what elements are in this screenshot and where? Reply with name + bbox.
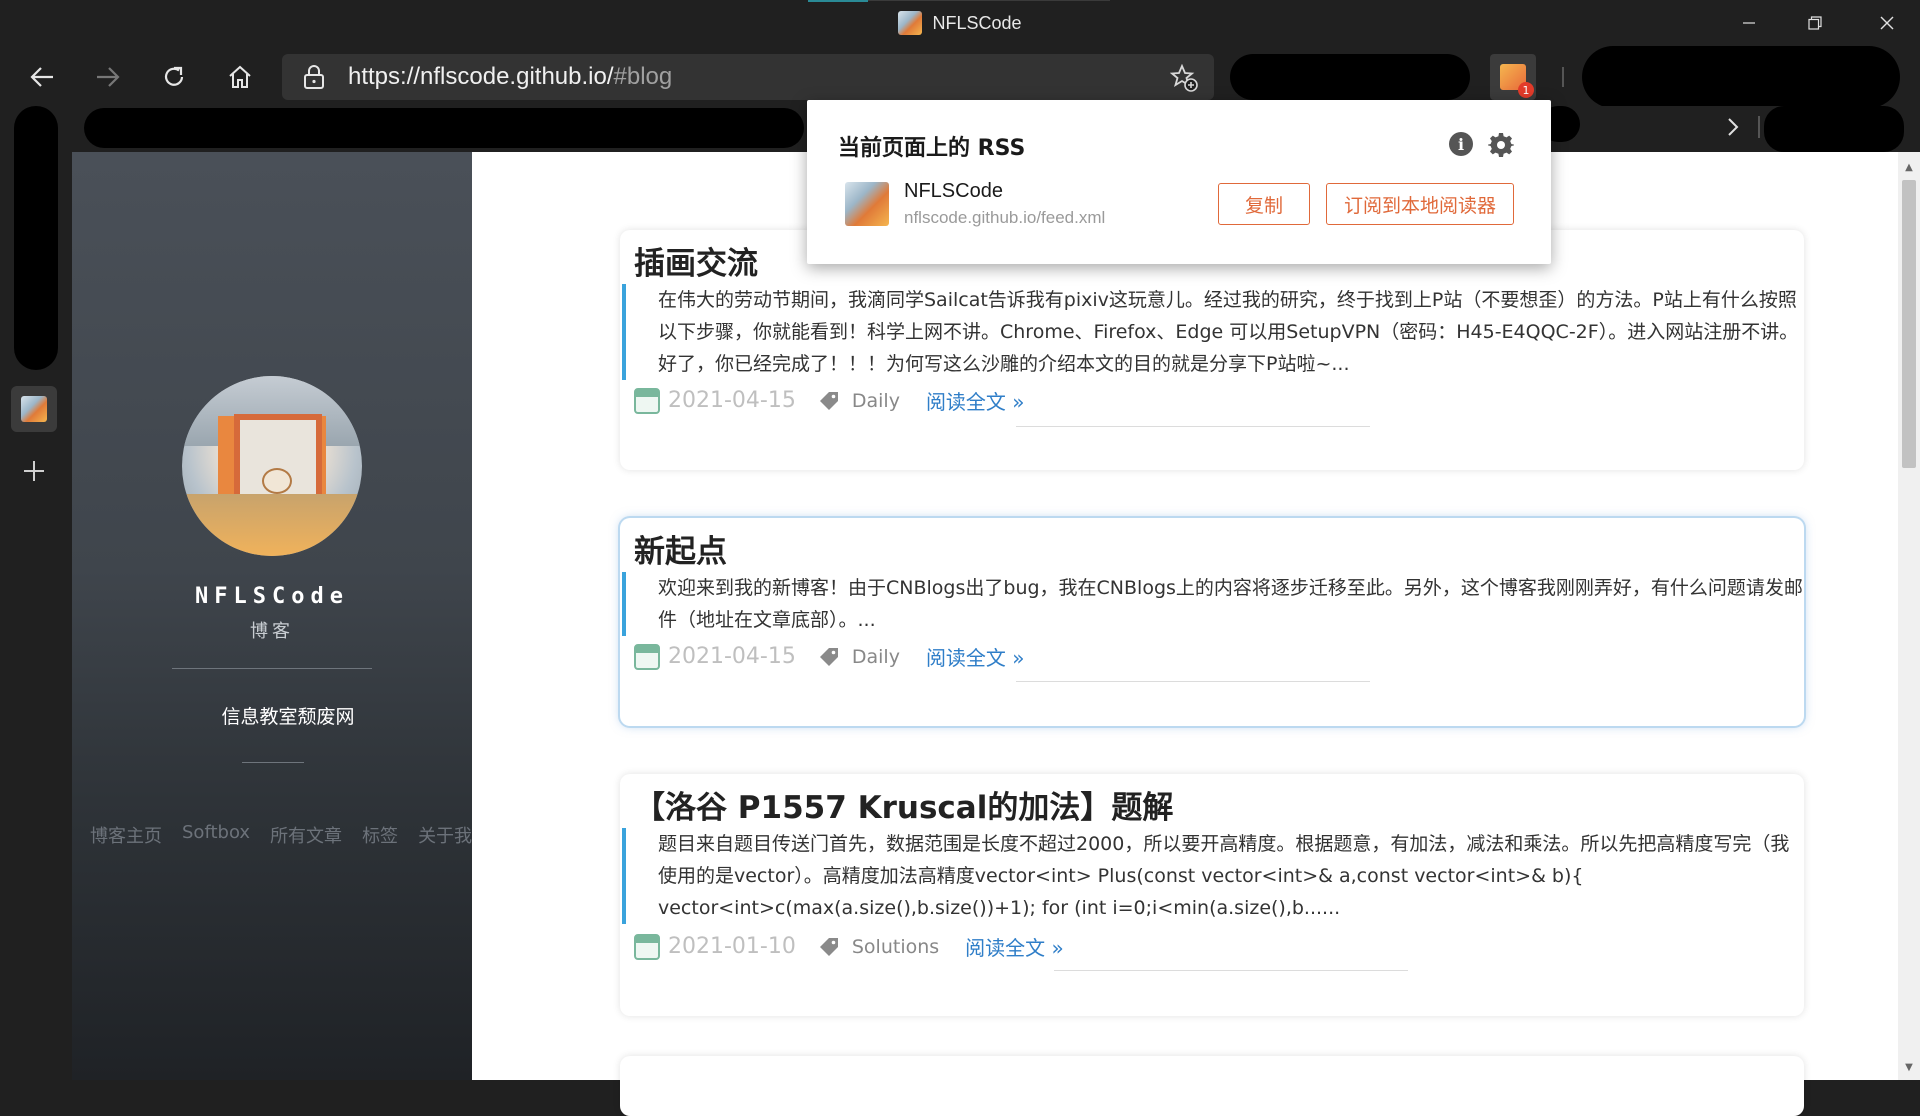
redacted-region xyxy=(1764,106,1904,152)
read-more-link[interactable]: 阅读全文 » xyxy=(965,932,1064,961)
favbar-divider xyxy=(1758,116,1760,138)
read-more-link[interactable]: 阅读全文 » xyxy=(926,642,1025,671)
restore-button[interactable] xyxy=(1782,0,1848,46)
post-meta: 2021-04-15 Daily 阅读全文 » xyxy=(634,386,1025,415)
post-meta: 2021-04-15 Daily 阅读全文 » xyxy=(634,642,1025,671)
close-button[interactable] xyxy=(1854,0,1920,46)
home-icon xyxy=(229,65,251,88)
tag-icon xyxy=(819,937,838,956)
post-date: 2021-04-15 xyxy=(668,388,796,413)
active-tab[interactable] xyxy=(11,386,57,432)
gear-icon[interactable] xyxy=(1488,132,1514,158)
nav-item-tags[interactable]: 标签 xyxy=(362,822,398,848)
nav-item-softbox[interactable]: Softbox xyxy=(182,822,250,848)
post-date: 2021-01-10 xyxy=(668,934,796,959)
rss-extension-button[interactable]: 1 xyxy=(1490,54,1536,100)
refresh-button[interactable] xyxy=(151,54,197,100)
window-title-text: NFLSCode xyxy=(932,12,1022,33)
scroll-up-icon[interactable]: ▲ xyxy=(1898,156,1920,178)
calendar-icon xyxy=(634,643,660,670)
scroll-down-icon[interactable]: ▼ xyxy=(1898,1056,1920,1078)
back-button[interactable] xyxy=(19,54,65,100)
read-more-link[interactable]: 阅读全文 » xyxy=(926,386,1025,415)
post-card: 新起点 欢迎来到我的新博客！由于CNBlogs出了bug，我在CNBlogs上的… xyxy=(620,518,1804,726)
info-icon[interactable]: i xyxy=(1449,132,1473,156)
back-arrow-icon xyxy=(30,67,53,87)
nav-item-home[interactable]: 博客主页 xyxy=(90,822,162,848)
sidebar-divider xyxy=(172,668,372,669)
rss-feed-name: NFLSCode xyxy=(904,180,1003,202)
forward-arrow-icon xyxy=(97,67,120,87)
calendar-icon xyxy=(634,933,660,960)
redacted-region xyxy=(84,108,804,148)
forward-button[interactable] xyxy=(85,54,131,100)
url-text[interactable]: https://nflscode.github.io/#blog xyxy=(348,54,672,100)
post-card: 插画交流 在伟大的劳动节期间，我滴同学Sailcat告诉我有pixiv这玩意儿。… xyxy=(620,230,1804,470)
chevron-right-icon[interactable] xyxy=(1718,112,1748,142)
site-favicon-icon xyxy=(21,396,47,422)
post-card: 【洛谷 P1557 Kruscal的加法】题解 题目来自题目传送门首先，数据范围… xyxy=(620,774,1804,1016)
restore-icon xyxy=(1808,16,1822,30)
avatar xyxy=(182,376,362,556)
redacted-region xyxy=(1230,54,1470,100)
url-path: #blog xyxy=(613,63,673,90)
post-title[interactable]: 插画交流 xyxy=(634,238,758,283)
site-favicon-icon xyxy=(898,11,923,35)
nav-item-about[interactable]: 关于我 xyxy=(418,822,472,848)
add-favorite-icon[interactable] xyxy=(1169,63,1198,96)
post-tag[interactable]: Daily xyxy=(852,390,900,412)
post-title[interactable]: 【洛谷 P1557 Kruscal的加法】题解 xyxy=(634,782,1173,827)
post-tag[interactable]: Solutions xyxy=(852,936,939,958)
meta-underline xyxy=(1016,681,1370,682)
home-button[interactable] xyxy=(217,54,263,100)
post-date: 2021-04-15 xyxy=(668,644,796,669)
blog-sidebar xyxy=(72,152,472,1080)
post-card xyxy=(620,1056,1804,1116)
nav-item-all-posts[interactable]: 所有文章 xyxy=(270,822,342,848)
calendar-icon xyxy=(634,387,660,414)
rss-icon: 1 xyxy=(1500,64,1534,98)
tag-icon xyxy=(819,647,838,666)
window-title: NFLSCode xyxy=(0,0,1920,46)
url-host: https://nflscode.github.io/ xyxy=(348,63,614,90)
tag-icon xyxy=(819,391,838,410)
sidebar-divider xyxy=(242,762,304,763)
copy-button[interactable]: 复制 xyxy=(1218,183,1310,225)
post-excerpt: 在伟大的劳动节期间，我滴同学Sailcat告诉我有pixiv这玩意儿。经过我的研… xyxy=(622,284,1808,380)
sidebar-nav: 博客主页 Softbox 所有文章 标签 关于我 xyxy=(90,822,472,848)
rss-badge: 1 xyxy=(1518,82,1534,98)
redacted-region xyxy=(1582,46,1900,108)
post-title[interactable]: 新起点 xyxy=(634,526,727,571)
redacted-region xyxy=(14,106,58,370)
sidebar-link[interactable]: 信息教室颓废网 xyxy=(72,702,504,729)
meta-underline xyxy=(1016,426,1370,427)
post-meta: 2021-01-10 Solutions 阅读全文 » xyxy=(634,932,1064,961)
lock-icon[interactable] xyxy=(302,64,326,94)
rss-feed-url: nflscode.github.io/feed.xml xyxy=(904,208,1106,227)
post-excerpt: 欢迎来到我的新博客！由于CNBlogs出了bug，我在CNBlogs上的内容将逐… xyxy=(622,572,1808,636)
subscribe-button[interactable]: 订阅到本地阅读器 xyxy=(1326,183,1514,225)
feed-favicon-icon xyxy=(845,182,889,226)
toolbar-divider xyxy=(1562,67,1564,87)
new-tab-button[interactable] xyxy=(11,448,57,494)
minimize-icon xyxy=(1743,22,1755,24)
minimize-button[interactable] xyxy=(1716,0,1782,46)
plus-icon xyxy=(24,461,44,481)
post-tag[interactable]: Daily xyxy=(852,646,900,668)
rss-popup-title: 当前页面上的 RSS xyxy=(838,136,1026,161)
meta-underline xyxy=(1054,970,1408,971)
scrollbar-thumb[interactable] xyxy=(1902,180,1916,468)
refresh-icon xyxy=(164,66,184,86)
blog-name: NFLSCode xyxy=(195,584,349,609)
close-icon xyxy=(1880,16,1894,30)
blog-subtitle: 博客 xyxy=(250,621,294,642)
post-excerpt: 题目来自题目传送门首先，数据范围是长度不超过2000，所以要开高精度。根据题意，… xyxy=(622,828,1808,924)
